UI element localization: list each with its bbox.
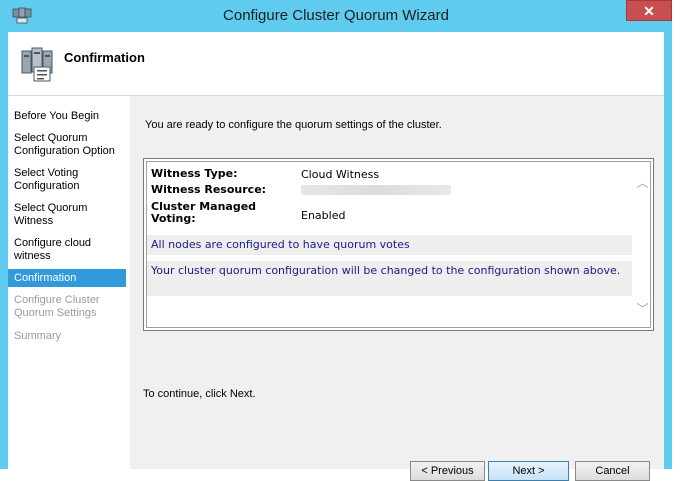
nav-step-quorum-witness[interactable]: Select Quorum Witness [14,202,126,228]
scroll-up-icon[interactable]: ︿ [635,176,650,191]
background-window-edge [672,0,685,469]
nav-step-voting-configuration[interactable]: Select Voting Configuration [14,167,126,193]
summary-content: Witness Type: Cloud Witness Witness Reso… [146,161,651,328]
change-note: Your cluster quorum configuration will b… [147,261,632,296]
wizard-steps-nav: Before You Begin Select Quorum Configura… [8,96,130,469]
nav-step-summary: Summary [14,330,62,342]
managed-voting-value: Enabled [301,209,346,222]
next-button[interactable]: Next > [488,461,569,481]
server-cluster-icon [20,47,54,83]
nav-step-before-you-begin[interactable]: Before You Begin [14,110,126,123]
window-title: Configure Cluster Quorum Wizard [223,7,449,24]
continue-text: To continue, click Next. [143,388,256,400]
wizard-header: Confirmation [8,32,664,96]
witness-resource-label: Witness Resource: [151,183,267,196]
nav-step-configure-settings: Configure Cluster Quorum Settings [14,294,100,319]
nav-step-quorum-option[interactable]: Select Quorum Configuration Option [14,132,126,158]
close-button[interactable]: ✕ [626,0,672,21]
nav-step-confirmation[interactable]: Confirmation [8,269,126,287]
page-title: Confirmation [64,50,145,65]
nav-step-cloud-witness[interactable]: Configure cloud witness [14,237,126,263]
previous-button[interactable]: < Previous [410,461,485,481]
wizard-main-panel: You are ready to configure the quorum se… [138,96,664,481]
wizard-window: Configure Cluster Quorum Wizard ✕ Confir… [0,0,672,481]
wizard-client-area: Confirmation Before You Begin Select Quo… [8,32,664,481]
close-icon: ✕ [643,3,655,19]
votes-note: All nodes are configured to have quorum … [147,235,632,255]
intro-text: You are ready to configure the quorum se… [145,119,442,131]
confirmation-summary-box: Witness Type: Cloud Witness Witness Reso… [143,158,654,331]
witness-type-value: Cloud Witness [301,168,380,181]
title-bar[interactable]: Configure Cluster Quorum Wizard ✕ [0,0,672,32]
cancel-button[interactable]: Cancel [575,461,650,481]
summary-scrollbar[interactable]: ︿ ﹀ [635,162,650,327]
witness-type-label: Witness Type: [151,167,238,180]
managed-voting-label: Cluster Managed Voting: [151,200,257,225]
scroll-down-icon[interactable]: ﹀ [635,302,650,317]
witness-resource-redacted [301,185,451,195]
